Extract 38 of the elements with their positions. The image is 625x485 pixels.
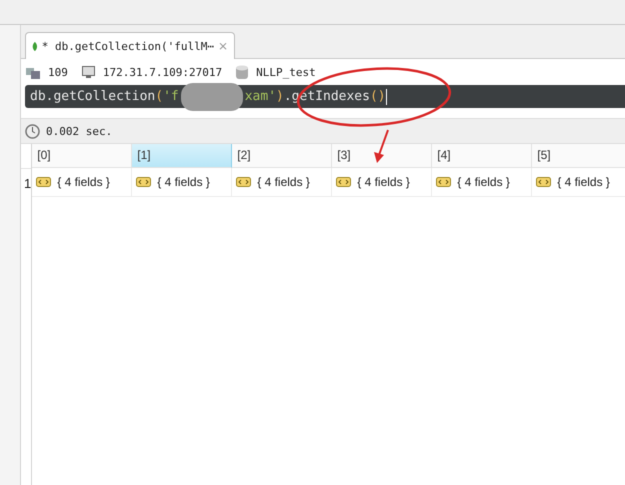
- column-header[interactable]: [1]: [132, 144, 232, 168]
- column-header[interactable]: [3]: [332, 144, 432, 168]
- document-icon: [536, 177, 552, 187]
- clock-icon: [25, 124, 40, 138]
- table-cell: { 4 fields }: [457, 175, 510, 189]
- document-icon: [236, 177, 252, 187]
- column-header[interactable]: [4]: [432, 144, 532, 168]
- code-token: xam': [244, 89, 276, 104]
- column-header[interactable]: [0]: [32, 144, 132, 168]
- redaction-blob: [180, 82, 243, 110]
- computers-icon: [26, 66, 40, 78]
- server-address: 172.31.7.109:27017: [102, 66, 222, 78]
- table-cell: { 4 fields }: [257, 175, 310, 189]
- table-cell: { 4 fields }: [557, 175, 610, 189]
- table-cell: { 4 fields }: [157, 175, 210, 189]
- document-icon: [136, 177, 152, 187]
- document-icon: [336, 177, 352, 187]
- query-tab[interactable]: * db.getCollection('fullM⋯ ×: [25, 32, 235, 59]
- leaf-icon: [32, 40, 38, 52]
- monitor-icon: [82, 66, 95, 78]
- code-token: 'f: [163, 89, 179, 104]
- column-header[interactable]: [2]: [232, 144, 332, 168]
- code-token: (: [155, 89, 164, 104]
- row-number: 1: [23, 175, 32, 193]
- table-cell: { 4 fields }: [357, 175, 410, 189]
- execution-time: 0.002 sec.: [46, 124, 112, 138]
- tab-title: * db.getCollection('fullM⋯: [42, 40, 214, 52]
- code-token: ): [276, 89, 284, 104]
- database-name: NLLP_test: [256, 66, 316, 78]
- code-token: db.getCollection: [30, 89, 156, 104]
- connection-count: 109: [48, 66, 68, 78]
- database-icon: [236, 64, 248, 80]
- document-icon: [436, 177, 452, 187]
- column-header[interactable]: [5]: [532, 144, 625, 168]
- annotation-arrow: [374, 130, 389, 163]
- table-cell: { 4 fields }: [57, 175, 110, 189]
- document-icon: [36, 177, 52, 187]
- code-token: (): [370, 89, 386, 104]
